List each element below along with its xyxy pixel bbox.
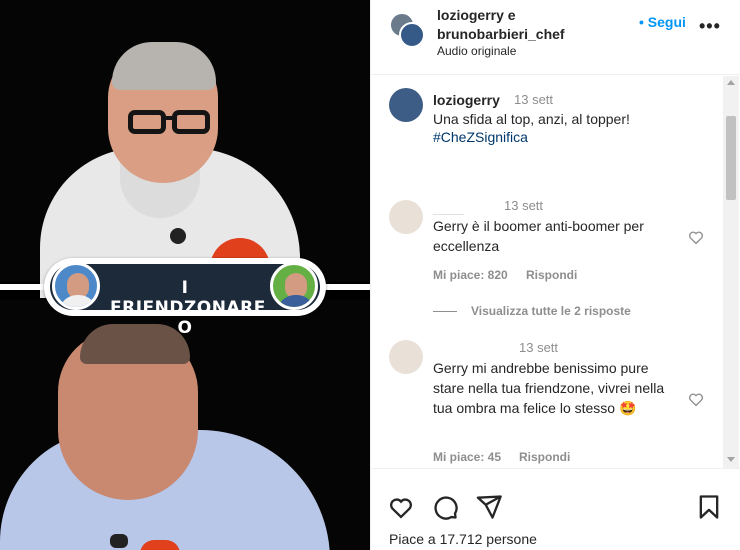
heart-icon[interactable]	[387, 493, 415, 521]
badge-text: I FRIENDZONARE O	[110, 278, 266, 338]
more-options-icon[interactable]: •••	[699, 16, 721, 37]
like-comment-heart-icon[interactable]	[687, 228, 705, 246]
badge-avatar-right	[270, 262, 318, 310]
comment-timestamp: 13 sett	[519, 340, 559, 355]
post-media[interactable]: I FRIENDZONARE O	[0, 0, 370, 550]
comment-text: Gerry è il boomer anti-boomer per eccell…	[433, 218, 644, 254]
comment-timestamp: 13 sett	[504, 198, 544, 213]
likes-count[interactable]: Piace a 17.712 persone	[389, 531, 537, 547]
avatar-brunobarbieri[interactable]	[399, 22, 425, 48]
avatar[interactable]	[389, 88, 423, 122]
comment-likes[interactable]: Mi piace: 820	[433, 268, 508, 282]
comment-text: Gerry mi andrebbe benissimo pure stare n…	[433, 360, 665, 416]
lapel-mic	[170, 228, 186, 244]
glasses-left-lens	[128, 110, 166, 134]
view-replies-link[interactable]: Visualizza tutte le 2 risposte	[471, 304, 631, 318]
header-usernames[interactable]: loziogerry e brunobarbieri_chef	[437, 6, 565, 44]
scrollbar[interactable]	[723, 76, 739, 468]
bookmark-icon[interactable]	[695, 493, 723, 521]
header-names-text[interactable]: loziogerry e brunobarbieri_chef	[437, 7, 565, 42]
scroll-down-arrow-icon[interactable]	[727, 457, 735, 462]
avatar[interactable]	[389, 340, 423, 374]
glasses-right-lens	[172, 110, 210, 134]
comment-icon[interactable]	[431, 493, 459, 521]
comment-likes[interactable]: Mi piace: 45	[433, 450, 501, 464]
scrollbar-thumb[interactable]	[726, 116, 736, 200]
caption-text: Una sfida al top, anzi, al topper!	[433, 111, 630, 127]
share-icon[interactable]	[475, 493, 503, 521]
glasses-bridge	[164, 116, 174, 120]
reply-button[interactable]: Rispondi	[526, 268, 577, 282]
replies-divider	[433, 311, 457, 312]
follow-button[interactable]: • Segui	[639, 14, 686, 30]
caption-username[interactable]: loziogerry	[433, 92, 500, 108]
scroll-up-arrow-icon[interactable]	[727, 80, 735, 85]
post-header: loziogerry e brunobarbieri_chef Audio or…	[371, 0, 740, 75]
audio-label[interactable]: Audio originale	[437, 44, 516, 58]
lapel-mic-bottom	[110, 534, 128, 548]
friendzonare-badge: I FRIENDZONARE O	[44, 258, 326, 338]
caption-timestamp: 13 sett	[514, 92, 554, 107]
action-bar: Piace a 17.712 persone	[371, 468, 740, 550]
hashtag-link[interactable]: #CheZSignifica	[433, 129, 528, 145]
comment-username[interactable]: ____	[433, 200, 464, 216]
post-panel: loziogerry e brunobarbieri_chef Audio or…	[370, 0, 740, 550]
comments-list[interactable]: loziogerry 13 sett Una sfida al top, anz…	[371, 76, 740, 466]
reply-button[interactable]: Rispondi	[519, 450, 570, 464]
avatar[interactable]	[389, 200, 423, 234]
badge-avatar-left	[52, 262, 100, 310]
like-comment-heart-icon[interactable]	[687, 390, 705, 408]
